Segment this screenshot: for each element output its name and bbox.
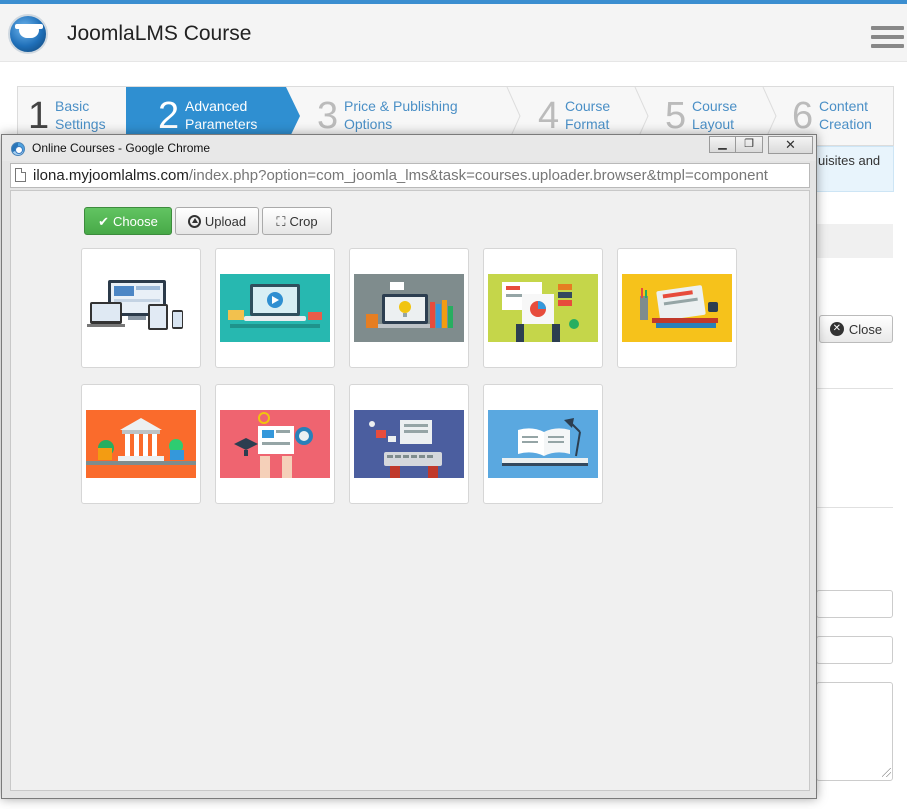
close-circle-icon: ✕ (829, 322, 844, 336)
step-label: Price & Publishing Options (344, 98, 458, 132)
step-label: Basic Settings (55, 98, 106, 132)
text-input-field[interactable] (816, 636, 893, 664)
step-number: 1 (28, 95, 50, 137)
image-thumbnail[interactable] (483, 248, 603, 368)
step-number: 4 (538, 95, 560, 137)
section-header-band (816, 224, 893, 258)
image-thumbnail[interactable] (215, 384, 335, 504)
step-number: 5 (665, 95, 687, 137)
step-label: Course Layout (692, 98, 738, 132)
popup-titlebar[interactable]: Online Courses - Google Chrome ▁ ❐ ✕ (2, 135, 816, 161)
image-thumbnail[interactable] (81, 384, 201, 504)
online-learning-keyboard-image (354, 410, 464, 478)
page-icon (15, 168, 26, 182)
divider (816, 507, 893, 508)
choose-button-label: Choose (113, 213, 158, 229)
text-input-field[interactable] (816, 590, 893, 618)
step-number: 3 (317, 95, 339, 137)
app-header: JoomlaLMS Course (0, 4, 907, 62)
url-host: ilona.myjoomlalms.com (33, 167, 189, 184)
divider (816, 388, 893, 389)
image-browser-content: ✔ Choose Upload ⛶ Crop (10, 190, 810, 791)
address-bar[interactable]: ilona.myjoomlalms.com/index.php?option=c… (10, 163, 810, 188)
page-title: JoomlaLMS Course (67, 22, 252, 45)
computer-idea-books-image (354, 274, 464, 342)
step-label: Advanced Parameters (185, 98, 258, 132)
analytics-presentation-image (488, 274, 598, 342)
step-label: Content Creation (819, 98, 872, 132)
checkmark-icon: ✔ (98, 213, 110, 229)
online-courses-popup-window: Online Courses - Google Chrome ▁ ❐ ✕ ilo… (1, 134, 817, 799)
joomlalms-logo-icon[interactable] (8, 14, 48, 54)
choose-button[interactable]: ✔ Choose (84, 207, 172, 235)
laptop-video-course-image (220, 274, 330, 342)
study-desk-books-image (622, 274, 732, 342)
image-thumbnail[interactable] (81, 248, 201, 368)
textarea-field[interactable] (816, 682, 893, 781)
crop-button[interactable]: ⛶ Crop (262, 207, 332, 235)
url-text: ilona.myjoomlalms.com/index.php?option=c… (33, 167, 768, 184)
window-close-icon[interactable]: ✕ (768, 136, 813, 154)
info-message-text: uisites and (818, 153, 881, 168)
textarea-resize-grip-icon[interactable] (882, 768, 891, 777)
open-book-lamp-image (488, 410, 598, 478)
image-thumbnail[interactable] (349, 384, 469, 504)
image-thumbnail[interactable] (617, 248, 737, 368)
crop-button-label: Crop (289, 213, 318, 229)
upload-button-label: Upload (204, 213, 247, 229)
image-thumbnail[interactable] (349, 248, 469, 368)
image-thumbnail[interactable] (483, 384, 603, 504)
step-label: Course Format (565, 98, 611, 132)
upload-button[interactable]: Upload (175, 207, 259, 235)
close-button[interactable]: ✕ Close (819, 315, 893, 343)
hamburger-menu-icon[interactable] (871, 26, 904, 50)
url-path: /index.php?option=com_joomla_lms&task=co… (188, 167, 768, 184)
minimize-icon[interactable]: ▁ (709, 136, 736, 153)
responsive-devices-image (86, 274, 196, 342)
crop-icon: ⛶ (276, 213, 286, 229)
popup-window-title: Online Courses - Google Chrome (32, 141, 211, 155)
upload-arrow-icon (187, 214, 201, 228)
step-number: 2 (158, 95, 180, 137)
chrome-icon (11, 142, 25, 156)
window-controls: ▁ ❐ ✕ (709, 136, 813, 154)
image-thumbnail[interactable] (215, 248, 335, 368)
step-number: 6 (792, 95, 814, 137)
restore-icon[interactable]: ❐ (736, 136, 763, 153)
university-building-image (86, 410, 196, 478)
close-button-label: Close (848, 321, 883, 337)
graduation-research-image (220, 410, 330, 478)
